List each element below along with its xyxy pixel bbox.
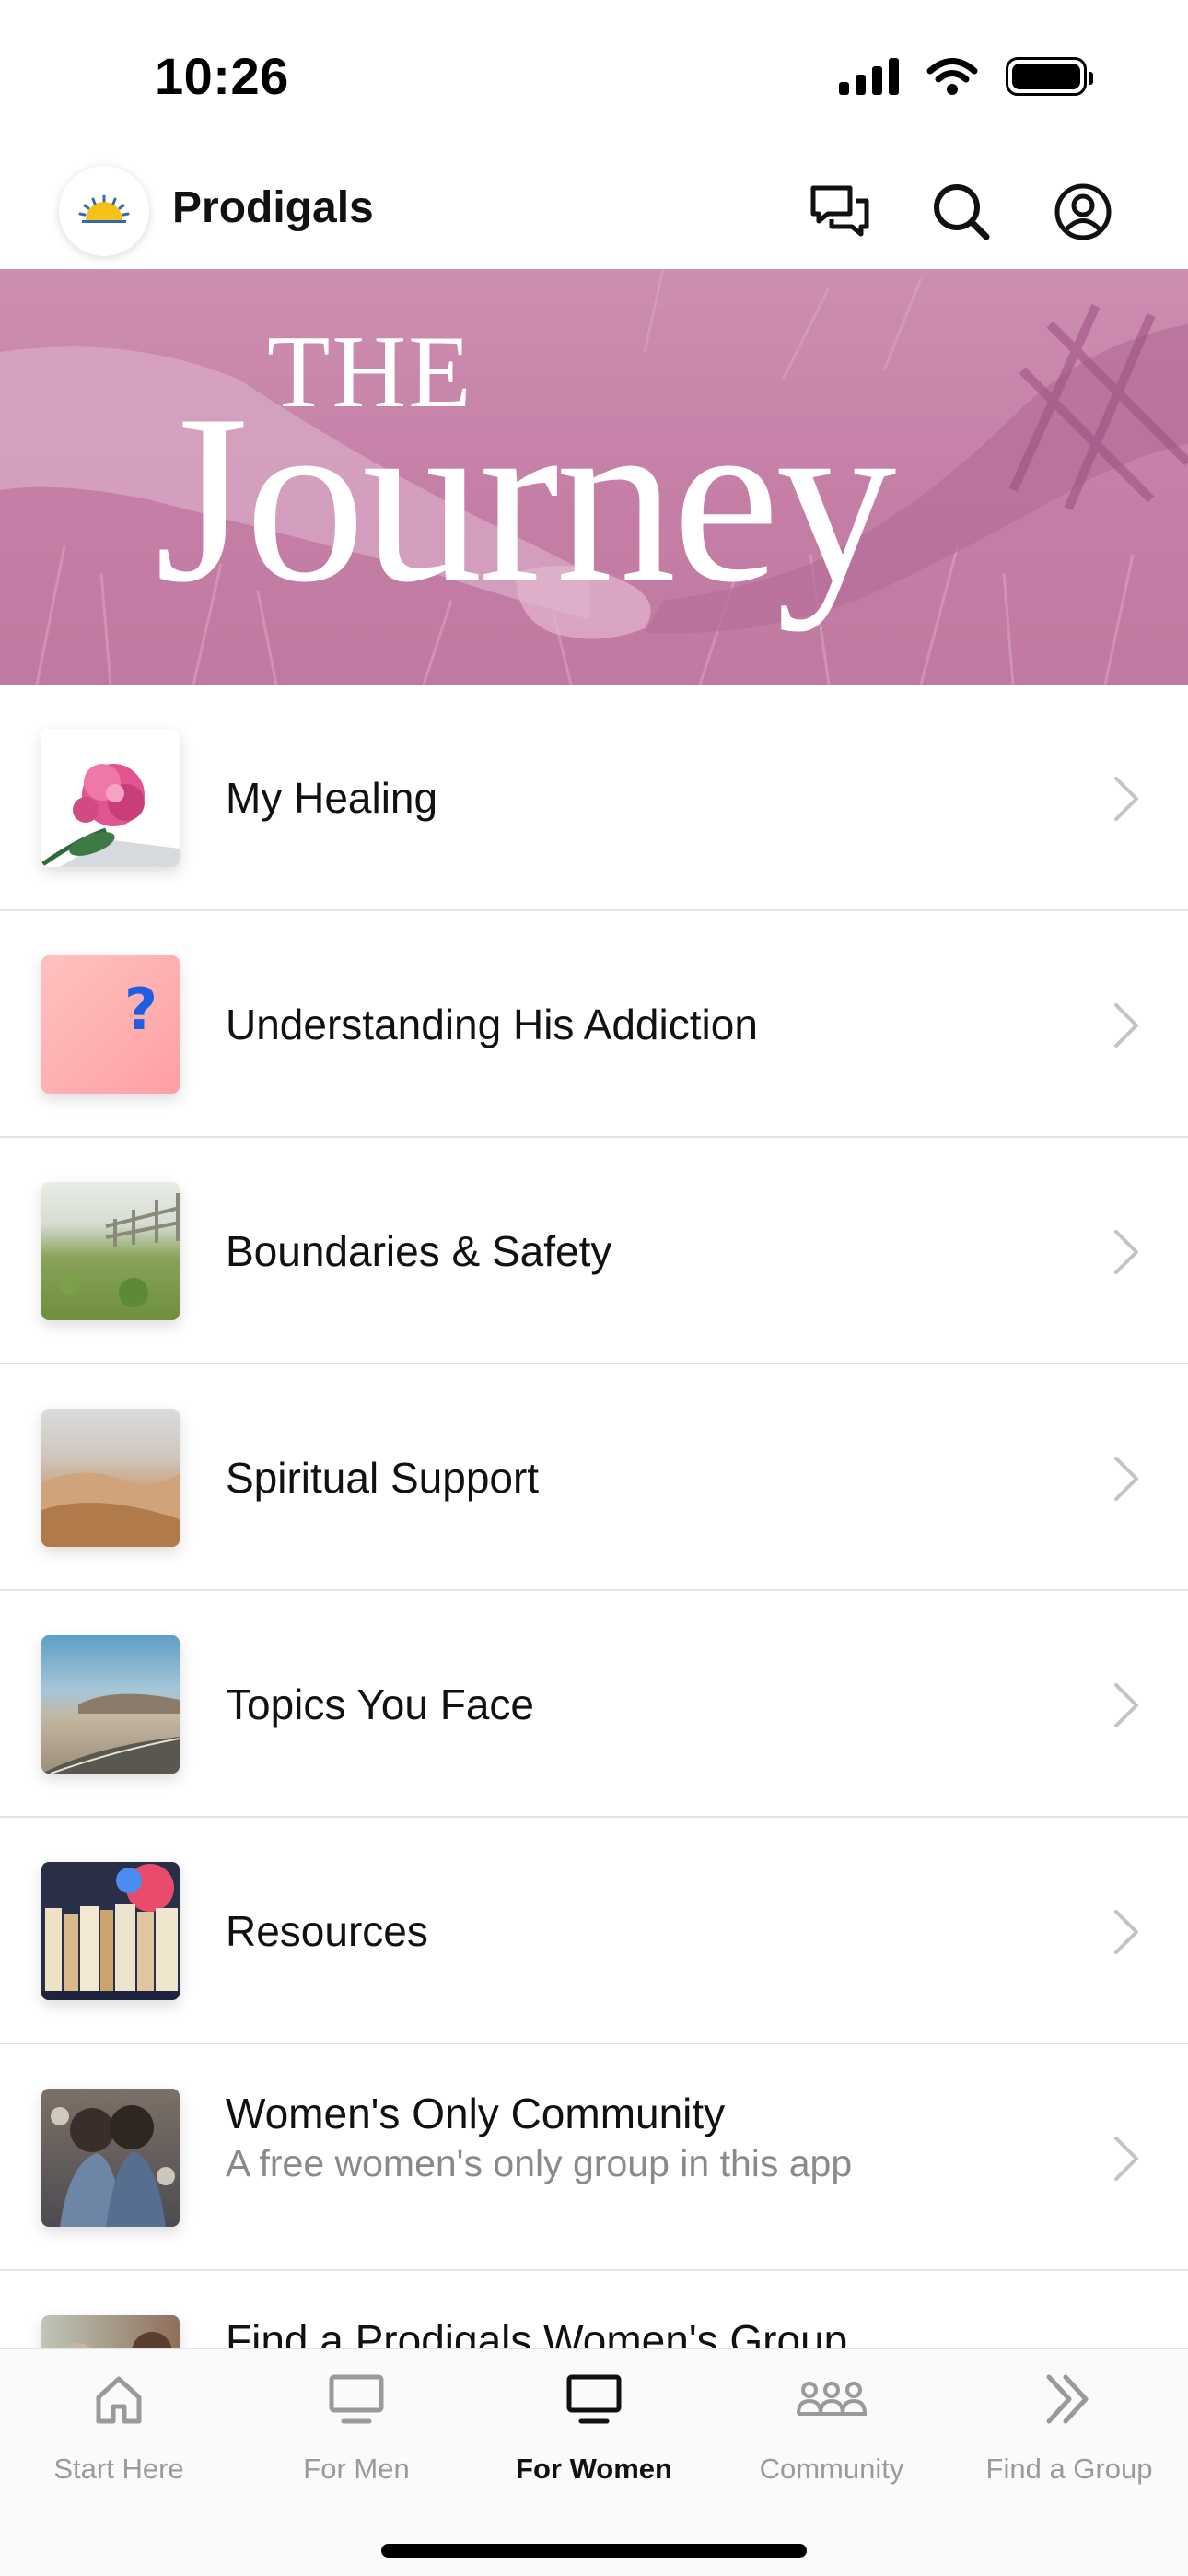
home-indicator xyxy=(381,2544,807,2558)
cellular-signal-icon xyxy=(839,58,899,95)
tab-label: Start Here xyxy=(53,2453,184,2485)
status-icons xyxy=(839,57,1093,96)
tab-find-a-group[interactable]: Find a Group xyxy=(950,2349,1188,2515)
hero-banner: THE Journey xyxy=(0,269,1188,685)
journey-menu-list: My Healing ? Understanding His Addiction xyxy=(0,685,1188,2498)
bottom-tab-bar: Start Here For Men For Women Community F… xyxy=(0,2348,1188,2576)
search-button[interactable] xyxy=(925,175,998,249)
account-icon xyxy=(1054,183,1112,240)
list-item-spiritual-support[interactable]: Spiritual Support xyxy=(0,1364,1188,1591)
list-item-womens-only-community[interactable]: Women's Only Community A free women's on… xyxy=(0,2044,1188,2271)
tab-label: For Men xyxy=(303,2453,410,2485)
battery-icon xyxy=(1006,57,1093,96)
tab-label: For Women xyxy=(516,2453,672,2485)
home-icon xyxy=(96,2376,142,2424)
list-item-title: Resources xyxy=(226,1907,428,1955)
list-item-title: Boundaries & Safety xyxy=(226,1227,612,1275)
chevron-right-icon xyxy=(1114,2137,1138,2181)
list-item-my-healing[interactable]: My Healing xyxy=(0,685,1188,911)
messages-button[interactable] xyxy=(803,175,877,249)
list-item-boundaries-safety[interactable]: Boundaries & Safety xyxy=(0,1138,1188,1364)
list-item-understanding-his-addiction[interactable]: ? Understanding His Addiction xyxy=(0,911,1188,1138)
chevron-right-icon xyxy=(1114,1003,1138,1048)
boundaries-thumbnail xyxy=(41,1182,180,1320)
chevron-right-icon xyxy=(1114,1230,1138,1274)
chevron-right-icon xyxy=(1114,1910,1138,1954)
tab-for-men[interactable]: For Men xyxy=(238,2349,475,2515)
list-item-title: Women's Only Community xyxy=(226,2090,726,2137)
list-item-title: Understanding His Addiction xyxy=(226,1001,758,1048)
understanding-thumbnail: ? xyxy=(41,955,180,1094)
app-screen: 10:26 Prodigals THE Journey My Healing ?… xyxy=(0,0,1188,2576)
status-time: 10:26 xyxy=(155,47,289,105)
my-healing-thumbnail xyxy=(41,729,180,867)
app-logo xyxy=(59,166,149,256)
list-item-subtitle: A free women's only group in this app xyxy=(226,2142,853,2184)
wifi-icon xyxy=(926,58,978,95)
double-chevron-icon xyxy=(1046,2374,1089,2424)
community-thumbnail xyxy=(41,2089,180,2227)
topics-thumbnail xyxy=(41,1635,180,1774)
chevron-right-icon xyxy=(1114,1457,1138,1501)
tab-label: Find a Group xyxy=(985,2453,1153,2485)
tab-start-here[interactable]: Start Here xyxy=(0,2349,238,2515)
status-bar: 10:26 xyxy=(0,0,1188,157)
list-item-resources[interactable]: Resources xyxy=(0,1818,1188,2044)
tab-for-women[interactable]: For Women xyxy=(475,2349,713,2515)
list-item-title: Topics You Face xyxy=(226,1680,535,1728)
list-item-title: My Healing xyxy=(226,774,438,822)
chevron-right-icon xyxy=(1114,1683,1138,1727)
app-header: Prodigals xyxy=(0,157,1188,269)
app-title: Prodigals xyxy=(172,183,374,232)
monitor-icon xyxy=(329,2374,384,2424)
resources-thumbnail xyxy=(41,1862,180,2000)
account-button[interactable] xyxy=(1046,175,1120,249)
tab-label: Community xyxy=(759,2453,904,2485)
hero-title-journey: Journey xyxy=(155,365,896,632)
list-item-title: Spiritual Support xyxy=(226,1454,540,1502)
list-item-topics-you-face[interactable]: Topics You Face xyxy=(0,1591,1188,1818)
chat-icon xyxy=(810,185,869,237)
tab-community[interactable]: Community xyxy=(713,2349,950,2515)
spiritual-support-thumbnail xyxy=(41,1409,180,1547)
search-icon xyxy=(934,184,990,240)
monitor-icon xyxy=(566,2374,622,2424)
svg-text:?: ? xyxy=(124,976,157,1043)
people-icon xyxy=(797,2382,867,2416)
chevron-right-icon xyxy=(1114,777,1138,821)
